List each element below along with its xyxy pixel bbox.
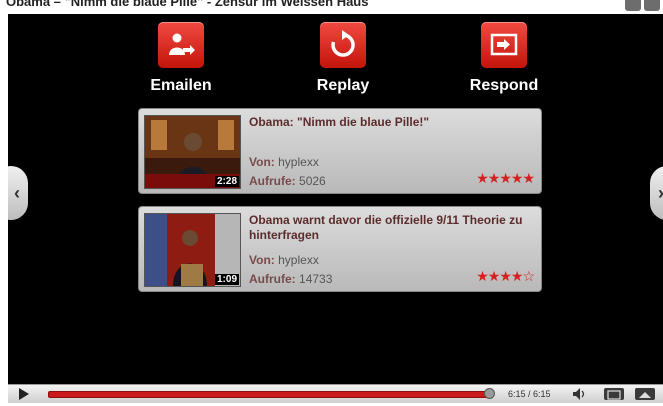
play-icon	[19, 388, 29, 400]
uploader-label: Von:	[249, 155, 275, 169]
respond-label: Respond	[469, 77, 539, 94]
progress-bar[interactable]	[48, 391, 490, 398]
speaker-icon	[573, 388, 585, 400]
related-video-card[interactable]: 1:09 Obama warnt davor die offizielle 9/…	[138, 206, 542, 292]
next-button[interactable]: ›	[650, 166, 663, 220]
replay-label: Replay	[316, 77, 370, 94]
volume-button[interactable]	[572, 387, 588, 401]
views-label: Aufrufe:	[249, 174, 296, 188]
video-title: Obama warnt davor die offizielle 9/11 Th…	[249, 213, 523, 242]
video-player: Emailen Replay Respond 2:28 Obama: "Nimm…	[8, 14, 663, 384]
views-label: Aufrufe:	[249, 272, 296, 286]
replay-button[interactable]: Replay	[288, 22, 398, 95]
video-thumbnail: 2:28	[144, 115, 241, 189]
respond-button[interactable]: Respond	[449, 22, 559, 95]
email-button[interactable]: Emailen	[126, 22, 236, 95]
player-control-bar: 6:15 / 6:15	[8, 384, 663, 403]
video-views: Aufrufe: 5026	[249, 174, 326, 188]
related-video-card[interactable]: 2:28 Obama: "Nimm die blaue Pille!" Von:…	[138, 108, 542, 194]
uploader-name: hyplexx	[278, 155, 319, 169]
video-uploader: Von: hyplexx	[249, 253, 319, 267]
video-uploader: Von: hyplexx	[249, 155, 319, 169]
replay-icon	[320, 22, 366, 68]
fullscreen-icon	[639, 392, 651, 398]
player-size-button[interactable]	[604, 388, 624, 400]
video-views: Aufrufe: 14733	[249, 272, 332, 286]
views-count: 14733	[299, 272, 333, 286]
window-control-button[interactable]	[625, 0, 641, 11]
video-duration: 1:09	[214, 274, 239, 285]
screen-size-icon	[607, 390, 621, 400]
play-button[interactable]	[14, 387, 34, 401]
video-title: Obama: "Nimm die blaue Pille!"	[249, 115, 430, 129]
email-label: Emailen	[150, 77, 212, 94]
video-thumbnail: 1:09	[144, 213, 241, 287]
respond-icon	[481, 22, 527, 68]
window-title: Obama – "Nimm die blaue Pille" - Zensur …	[6, 0, 369, 9]
video-duration: 2:28	[214, 176, 239, 187]
chevron-right-icon: ›	[658, 183, 663, 204]
window-close-button[interactable]	[644, 0, 660, 11]
uploader-name: hyplexx	[278, 253, 319, 267]
uploader-label: Von:	[249, 253, 275, 267]
window-titlebar: Obama – "Nimm die blaue Pille" - Zensur …	[0, 0, 663, 14]
star-rating: ★★★★☆	[476, 268, 535, 284]
progress-scrubber[interactable]	[484, 388, 495, 399]
chevron-left-icon: ‹	[14, 182, 20, 203]
email-icon	[158, 22, 204, 68]
star-rating: ★★★★★	[476, 170, 535, 186]
time-display: 6:15 / 6:15	[508, 389, 551, 399]
fullscreen-button[interactable]	[635, 388, 655, 400]
previous-button[interactable]: ‹	[8, 166, 28, 220]
views-count: 5026	[299, 174, 326, 188]
